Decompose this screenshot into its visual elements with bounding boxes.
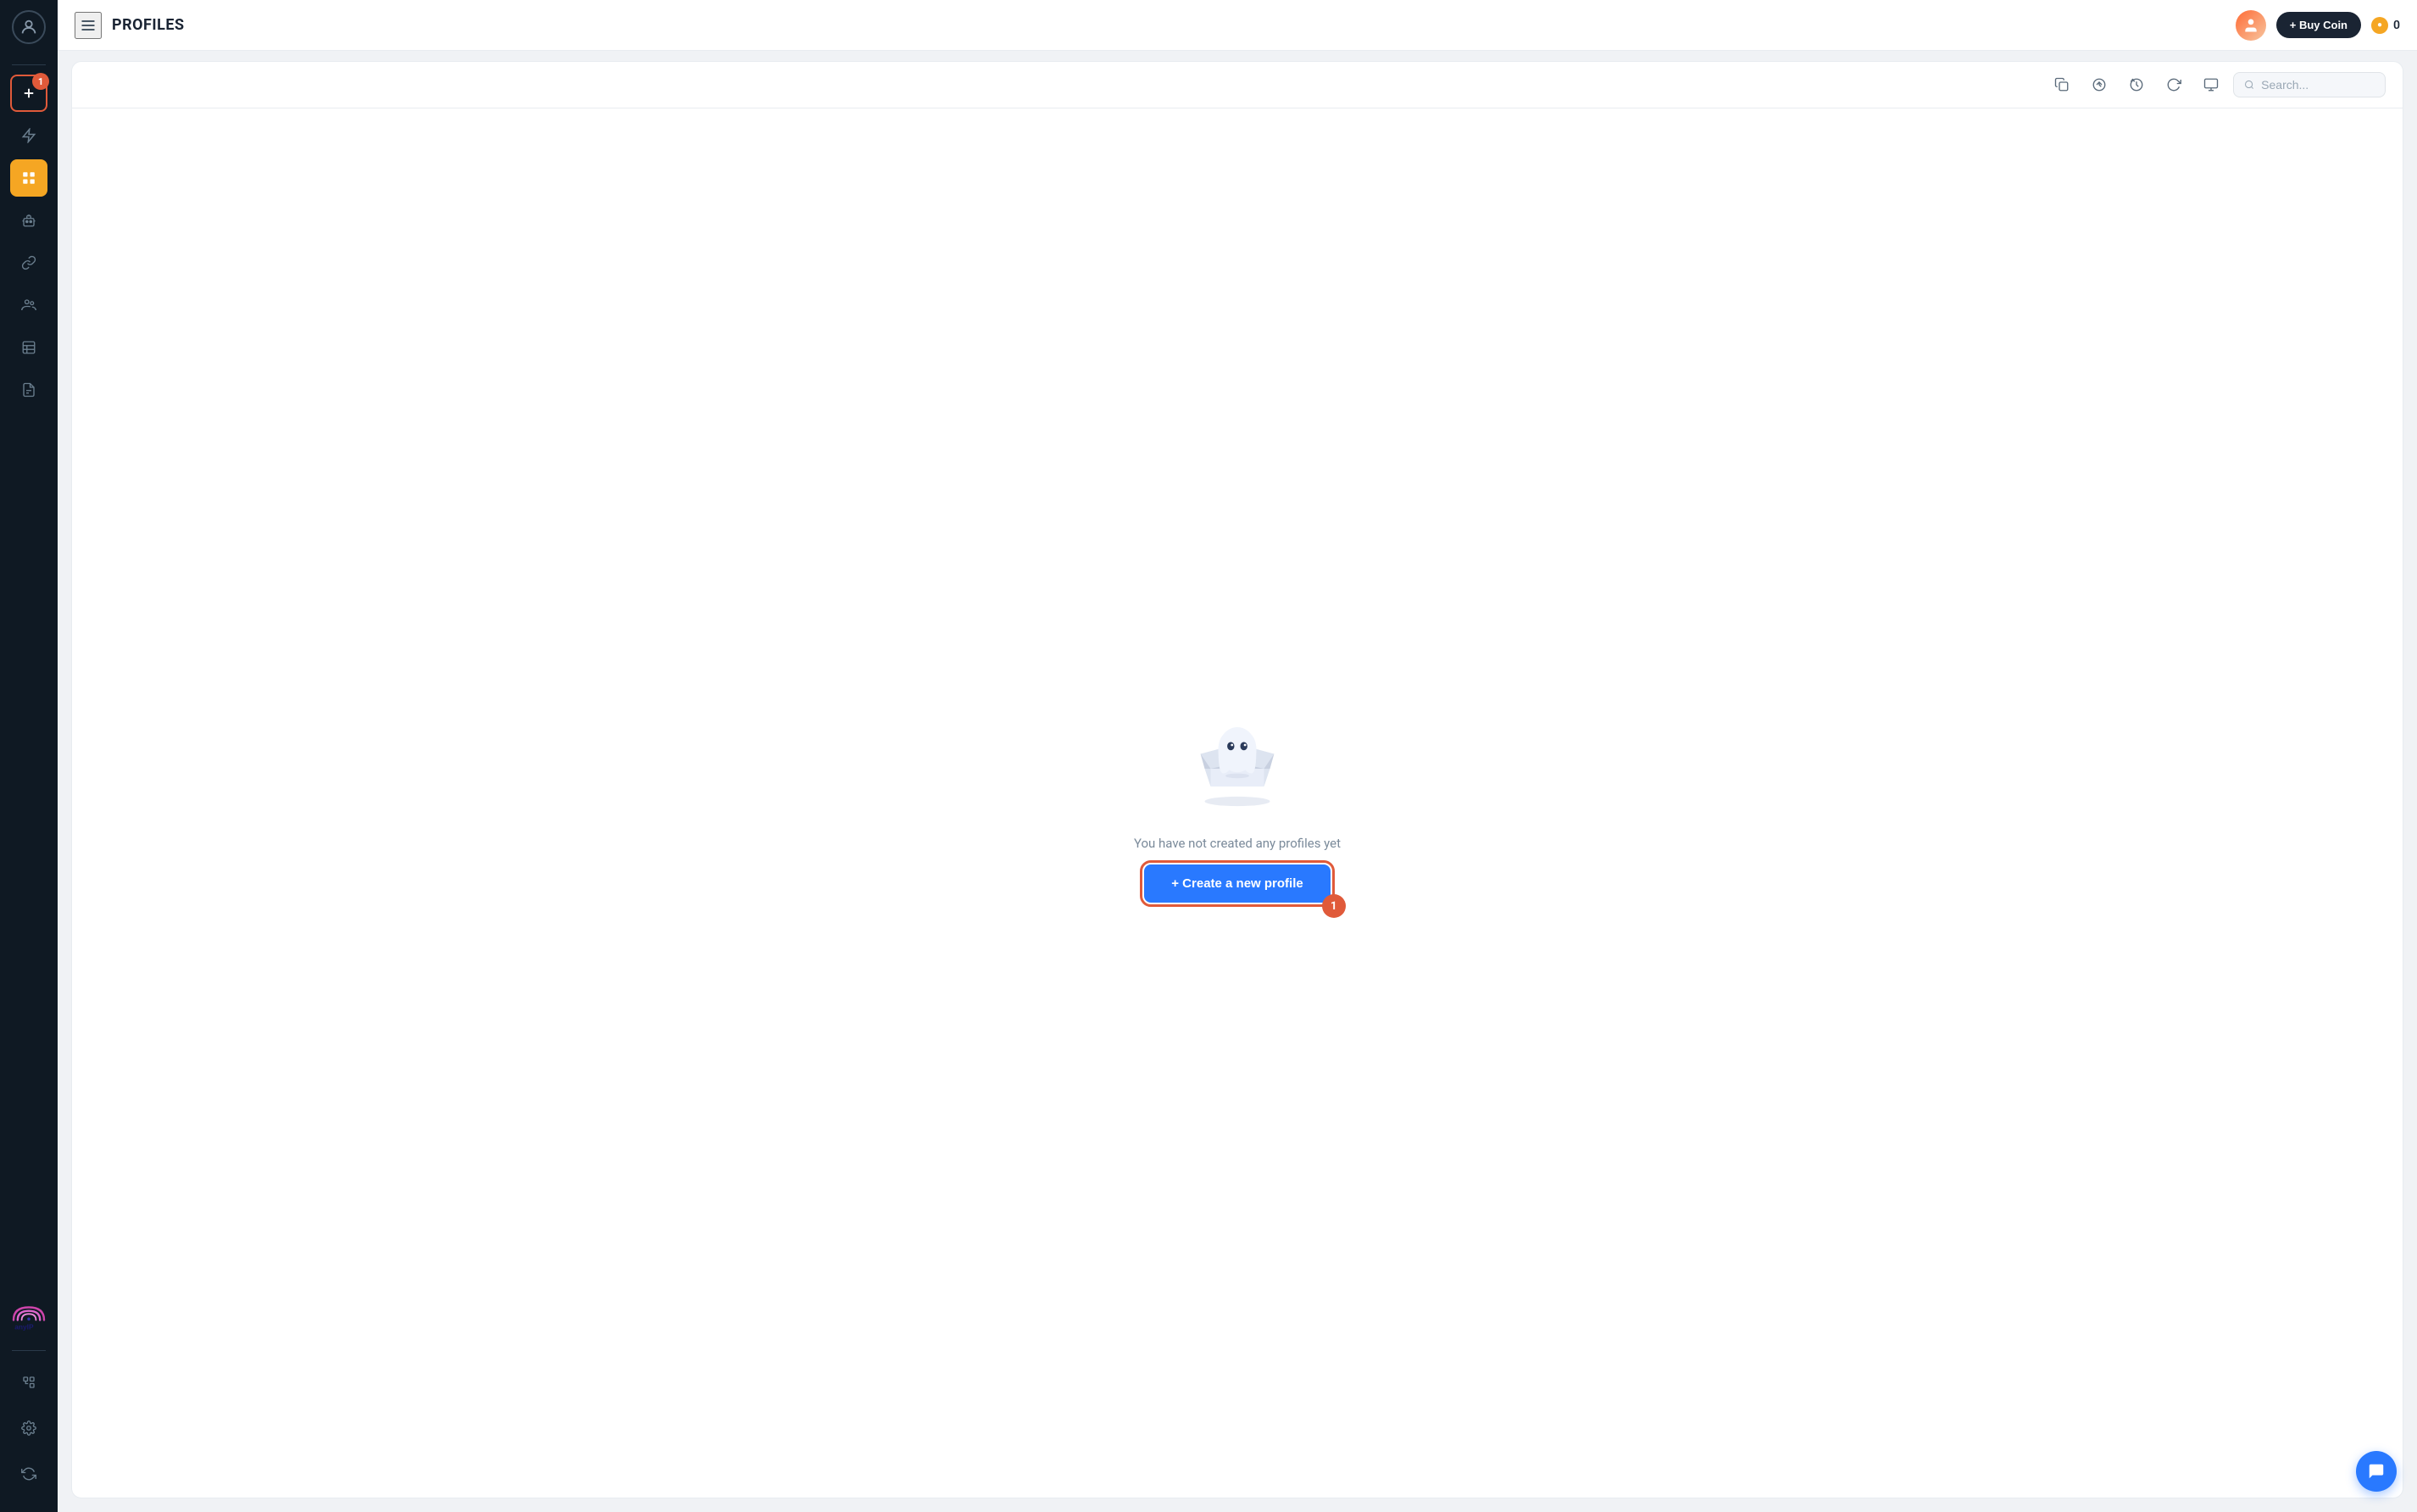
buy-coin-button[interactable]: + Buy Coin xyxy=(2276,12,2361,38)
coin-count: 0 xyxy=(2393,19,2400,32)
search-icon xyxy=(2244,79,2254,91)
sidebar-item-cookies[interactable] xyxy=(10,244,47,281)
profiles-toolbar xyxy=(71,61,2403,108)
history-button[interactable] xyxy=(2121,69,2152,100)
create-profile-badge: 1 xyxy=(1322,894,1346,918)
display-settings-button[interactable] xyxy=(2196,69,2226,100)
coin-display: ● 0 xyxy=(2371,17,2400,34)
sidebar-item-grid[interactable] xyxy=(10,159,47,197)
empty-state-message: You have not created any profiles yet xyxy=(1134,836,1341,851)
sidebar-bottom: anyIP xyxy=(8,1289,49,1502)
search-box[interactable] xyxy=(2233,72,2386,97)
anyip-logo: anyIP xyxy=(8,1289,49,1340)
empty-state-illustration xyxy=(1170,703,1305,822)
app-header: PROFILES + Buy Coin ● 0 xyxy=(58,0,2417,51)
sidebar-divider-bottom xyxy=(12,1350,46,1351)
header-right-section: + Buy Coin ● 0 xyxy=(2236,10,2400,41)
menu-button[interactable] xyxy=(75,12,102,39)
copy-profiles-button[interactable] xyxy=(2047,69,2077,100)
search-input[interactable] xyxy=(2261,78,2375,92)
sidebar-avatar[interactable] xyxy=(12,10,46,44)
sidebar-item-add[interactable]: 1 xyxy=(10,75,47,112)
coin-dot-icon: ● xyxy=(2371,17,2388,34)
create-profile-button[interactable]: + Create a new profile xyxy=(1144,864,1330,903)
svg-text:anyIP: anyIP xyxy=(14,1322,34,1331)
sidebar-item-team[interactable] xyxy=(10,286,47,324)
sidebar-item-robot[interactable] xyxy=(10,202,47,239)
sync-profiles-button[interactable] xyxy=(2084,69,2114,100)
profiles-content-area: You have not created any profiles yet + … xyxy=(71,108,2403,1498)
sidebar-item-data[interactable] xyxy=(10,329,47,366)
user-avatar-icon[interactable] xyxy=(2236,10,2266,41)
refresh-button[interactable] xyxy=(2159,69,2189,100)
main-content: PROFILES + Buy Coin ● 0 xyxy=(58,0,2417,1512)
sidebar: 1 xyxy=(0,0,58,1512)
page-title: PROFILES xyxy=(112,16,185,34)
add-badge: 1 xyxy=(32,73,49,90)
sidebar-item-sync[interactable] xyxy=(10,1455,47,1493)
empty-state: You have not created any profiles yet + … xyxy=(1134,703,1341,903)
chat-support-button[interactable] xyxy=(2356,1451,2397,1492)
sidebar-item-lightning[interactable] xyxy=(10,117,47,154)
sidebar-divider xyxy=(12,64,46,65)
sidebar-item-integrations[interactable] xyxy=(10,1364,47,1401)
sidebar-item-report[interactable] xyxy=(10,371,47,409)
sidebar-item-settings[interactable] xyxy=(10,1409,47,1447)
create-profile-container: + Create a new profile 1 xyxy=(1144,864,1330,903)
